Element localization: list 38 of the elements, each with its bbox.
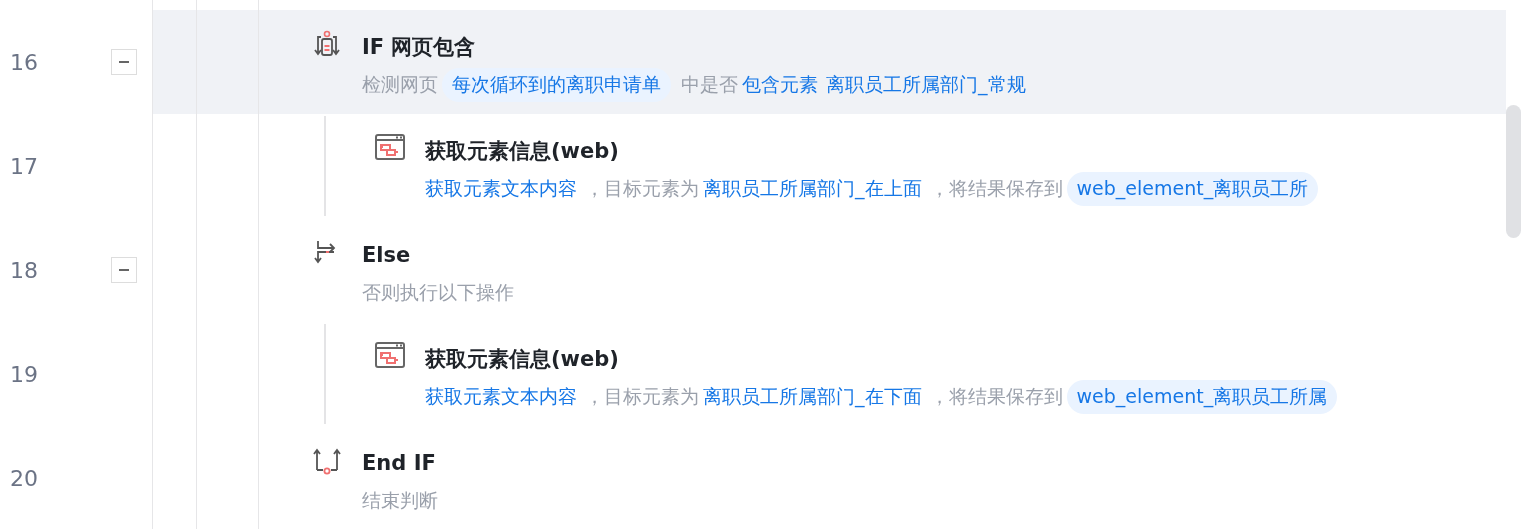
step-row[interactable]: 获取元素信息(web) 获取元素文本内容 ，目标元素为 离职员工所属部门_在上面 ，将结果保存到 web_element_离职员工所 bbox=[152, 114, 1506, 218]
step-description: ，将结果保存到 bbox=[929, 176, 1063, 201]
parameter-value[interactable]: 离职员工所属部门_在上面 bbox=[703, 176, 922, 202]
step-description: ，目标元素为 bbox=[585, 176, 699, 201]
line-number: 16 bbox=[10, 49, 39, 75]
collapse-button[interactable] bbox=[111, 49, 137, 75]
step-row[interactable]: Else 否则执行以下操作 bbox=[152, 218, 1506, 322]
parameter-value[interactable]: 获取元素文本内容 bbox=[425, 176, 577, 202]
step-description: 结束判断 bbox=[362, 488, 438, 513]
browser-window-icon bbox=[375, 134, 405, 160]
variable-chip[interactable]: 每次循环到的离职申请单 bbox=[442, 68, 671, 102]
step-row[interactable]: IF 网页包含 检测网页 每次循环到的离职申请单 中是否 包含元素 离职员工所属部门_常规 bbox=[152, 10, 1506, 114]
variable-chip[interactable]: web_element_离职员工所属 bbox=[1066, 380, 1338, 414]
parameter-value[interactable]: 离职员工所属部门_在下面 bbox=[703, 384, 922, 410]
line-number: 17 bbox=[10, 153, 39, 179]
step-title: 获取元素信息(web) bbox=[425, 346, 620, 373]
line-number: 18 bbox=[10, 257, 39, 283]
step-title: IF 网页包含 bbox=[362, 34, 477, 61]
step-title: End IF bbox=[362, 450, 437, 477]
scrollbar[interactable] bbox=[1506, 105, 1521, 238]
parameter-value[interactable]: 离职员工所属部门_常规 bbox=[826, 72, 1026, 98]
step-description: ，目标元素为 bbox=[585, 384, 699, 409]
browser-window-icon bbox=[375, 342, 405, 368]
merge-arrows-icon bbox=[312, 446, 342, 476]
step-description: 检测网页 bbox=[362, 72, 438, 97]
step-row[interactable]: End IF 结束判断 bbox=[152, 426, 1506, 529]
variable-chip[interactable]: web_element_离职员工所 bbox=[1066, 172, 1319, 206]
parameter-value[interactable]: 获取元素文本内容 bbox=[425, 384, 577, 410]
line-number: 19 bbox=[10, 361, 39, 387]
line-number: 20 bbox=[10, 465, 39, 491]
step-description: 中是否 bbox=[681, 72, 738, 97]
step-title: 获取元素信息(web) bbox=[425, 138, 620, 165]
step-row[interactable]: 获取元素信息(web) 获取元素文本内容 ，目标元素为 离职员工所属部门_在下面 ，将结果保存到 web_element_离职员工所属 bbox=[152, 322, 1506, 426]
step-description: ，将结果保存到 bbox=[929, 384, 1063, 409]
parameter-value[interactable]: 包含元素 bbox=[742, 72, 818, 98]
step-description: 否则执行以下操作 bbox=[362, 280, 514, 305]
step-title: Else bbox=[362, 242, 412, 269]
collapse-button[interactable] bbox=[111, 257, 137, 283]
